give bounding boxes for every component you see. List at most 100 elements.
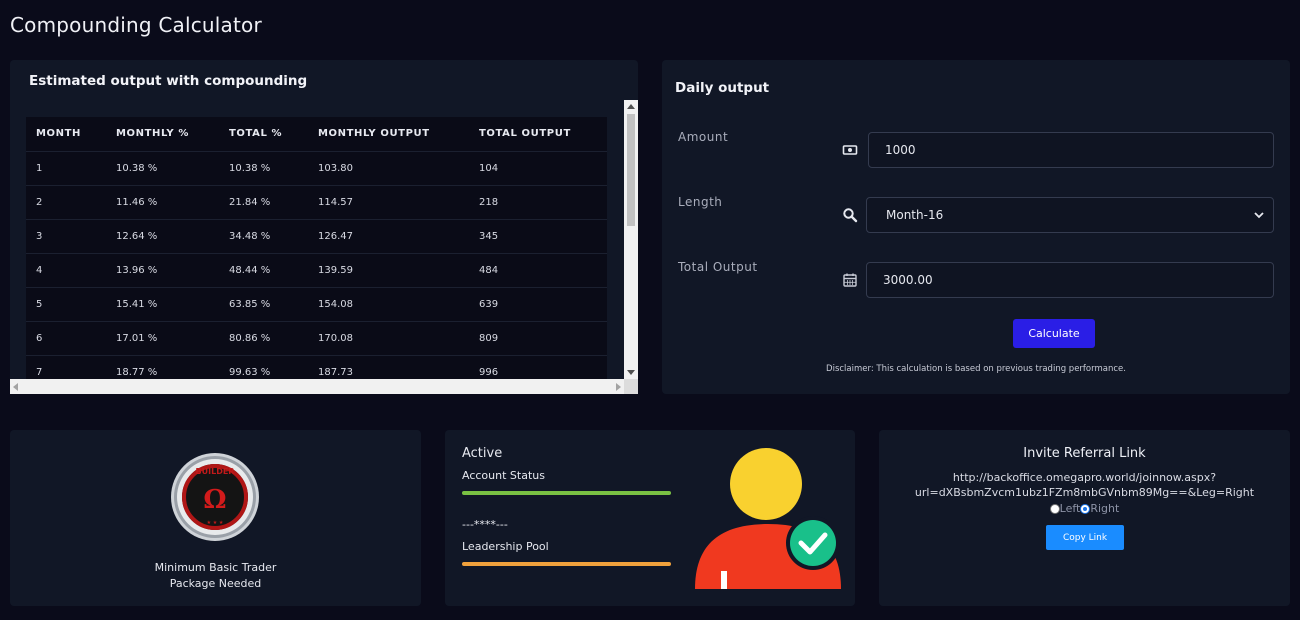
- active-label: Active: [462, 446, 503, 461]
- package-card: BUILDER Ω ★ ★ ★ Minimum Basic Trader Pac…: [10, 430, 421, 606]
- total-output-label: Total Output: [678, 260, 758, 274]
- leadership-pool-bar: [462, 562, 671, 566]
- horizontal-scrollbar[interactable]: [10, 379, 624, 394]
- cell-month: 7: [26, 355, 106, 379]
- left-radio[interactable]: [1049, 503, 1060, 514]
- cell-month: 3: [26, 219, 106, 254]
- cell-total-percent: 21.84 %: [219, 185, 308, 220]
- table-row: 7 18.77 % 99.63 % 187.73 996: [26, 355, 607, 379]
- compounding-table: MONTH MONTHLY % TOTAL % MONTHLY OUTPUT T…: [26, 117, 607, 379]
- total-output-field[interactable]: 3000.00: [866, 262, 1274, 298]
- chevron-down-icon: [1254, 212, 1264, 219]
- vertical-scroll-thumb[interactable]: [627, 114, 635, 226]
- amount-label: Amount: [678, 130, 729, 144]
- cell-monthly-output: 114.57: [308, 185, 469, 220]
- column-header-monthly-percent: MONTHLY %: [106, 117, 219, 152]
- referral-title: Invite Referral Link: [1023, 446, 1146, 461]
- table-row: 4 13.96 % 48.44 % 139.59 484: [26, 253, 607, 288]
- table-row: 1 10.38 % 10.38 % 103.80 104: [26, 151, 607, 186]
- svg-text:Ω: Ω: [203, 485, 226, 515]
- scroll-left-icon[interactable]: [13, 383, 18, 391]
- cell-month: 2: [26, 185, 106, 220]
- disclaimer-text: Disclaimer: This calculation is based on…: [826, 364, 1126, 374]
- account-status-card: Active Account Status ---****--- Leaders…: [445, 430, 855, 606]
- account-status-label: Account Status: [462, 469, 545, 482]
- cell-monthly-output: 103.80: [308, 151, 469, 186]
- cell-monthly-output: 139.59: [308, 253, 469, 288]
- scrollbar-corner: [624, 379, 638, 394]
- leg-radio-group: Left Right: [879, 502, 1290, 515]
- amount-input-value: 1000: [885, 143, 916, 157]
- length-select-value: Month-16: [886, 208, 944, 222]
- cell-month: 1: [26, 151, 106, 186]
- cell-total-percent: 80.86 %: [219, 321, 308, 356]
- cell-month: 5: [26, 287, 106, 322]
- package-requirement-line2: Package Needed: [169, 577, 262, 590]
- length-select[interactable]: Month-16: [866, 197, 1274, 233]
- cell-total-output: 809: [469, 321, 607, 356]
- cell-total-percent: 10.38 %: [219, 151, 308, 186]
- scroll-down-icon[interactable]: [627, 370, 635, 375]
- column-header-total-output: TOTAL OUTPUT: [469, 117, 607, 152]
- right-radio[interactable]: [1080, 503, 1091, 514]
- cell-monthly-percent: 12.64 %: [106, 219, 219, 254]
- cell-total-output: 996: [469, 355, 607, 379]
- compounding-table-wrapper: MONTH MONTHLY % TOTAL % MONTHLY OUTPUT T…: [26, 117, 607, 379]
- package-requirement-line1: Minimum Basic Trader: [154, 561, 277, 574]
- cell-total-output: 484: [469, 253, 607, 288]
- cell-total-output: 104: [469, 151, 607, 186]
- table-row: 3 12.64 % 34.48 % 126.47 345: [26, 219, 607, 254]
- left-radio-label[interactable]: Left: [1060, 502, 1081, 515]
- page-title: Compounding Calculator: [10, 13, 262, 37]
- copy-link-button[interactable]: Copy Link: [1046, 525, 1124, 550]
- referral-link-line2: url=dXBsbmZvcm1ubz1FZm8mbGVnbm89Mg==&Leg…: [914, 486, 1255, 499]
- cell-month: 6: [26, 321, 106, 356]
- leadership-pool-label: Leadership Pool: [462, 540, 549, 553]
- column-header-total-percent: TOTAL %: [219, 117, 308, 152]
- money-bill-icon: [842, 145, 858, 155]
- user-verified-icon: [695, 448, 841, 589]
- length-label: Length: [678, 195, 723, 209]
- total-output-value: 3000.00: [883, 273, 933, 287]
- search-icon: [843, 208, 858, 223]
- referral-link-line1: http://backoffice.omegapro.world/joinnow…: [952, 471, 1217, 484]
- cell-monthly-output: 170.08: [308, 321, 469, 356]
- table-header-row: MONTH MONTHLY % TOTAL % MONTHLY OUTPUT T…: [26, 117, 607, 152]
- right-radio-label[interactable]: Right: [1090, 502, 1119, 515]
- amount-input[interactable]: 1000: [868, 132, 1274, 168]
- svg-text:BUILDER: BUILDER: [196, 467, 235, 476]
- cell-total-output: 639: [469, 287, 607, 322]
- account-status-bar: [462, 491, 671, 495]
- table-scroll-area[interactable]: MONTH MONTHLY % TOTAL % MONTHLY OUTPUT T…: [10, 100, 638, 394]
- scroll-up-icon[interactable]: [627, 104, 635, 109]
- calendar-icon: [843, 273, 857, 287]
- daily-output-title: Daily output: [675, 80, 770, 96]
- cell-monthly-output: 154.08: [308, 287, 469, 322]
- cell-total-percent: 34.48 %: [219, 219, 308, 254]
- cell-total-output: 345: [469, 219, 607, 254]
- compounding-card-title: Estimated output with compounding: [29, 73, 308, 89]
- masked-value: ---****---: [462, 518, 508, 531]
- cell-monthly-output: 187.73: [308, 355, 469, 379]
- table-row: 6 17.01 % 80.86 % 170.08 809: [26, 321, 607, 356]
- column-header-monthly-output: MONTHLY OUTPUT: [308, 117, 469, 152]
- daily-output-card: Daily output Amount 1000 Length Month-16…: [662, 60, 1290, 394]
- package-requirement-text: Minimum Basic Trader Package Needed: [10, 560, 421, 592]
- cell-monthly-output: 126.47: [308, 219, 469, 254]
- cell-monthly-percent: 17.01 %: [106, 321, 219, 356]
- calculate-button[interactable]: Calculate: [1013, 319, 1095, 348]
- cell-total-output: 218: [469, 185, 607, 220]
- compounding-card: Estimated output with compounding MONTH …: [10, 60, 638, 394]
- scroll-right-icon[interactable]: [616, 383, 621, 391]
- cell-total-percent: 48.44 %: [219, 253, 308, 288]
- cell-monthly-percent: 15.41 %: [106, 287, 219, 322]
- cell-monthly-percent: 13.96 %: [106, 253, 219, 288]
- table-row: 5 15.41 % 63.85 % 154.08 639: [26, 287, 607, 322]
- cell-monthly-percent: 18.77 %: [106, 355, 219, 379]
- svg-text:★ ★ ★: ★ ★ ★: [207, 520, 224, 526]
- referral-card: Invite Referral Link http://backoffice.o…: [879, 430, 1290, 606]
- vertical-scrollbar[interactable]: [624, 100, 638, 379]
- cell-month: 4: [26, 253, 106, 288]
- table-row: 2 11.46 % 21.84 % 114.57 218: [26, 185, 607, 220]
- cell-total-percent: 63.85 %: [219, 287, 308, 322]
